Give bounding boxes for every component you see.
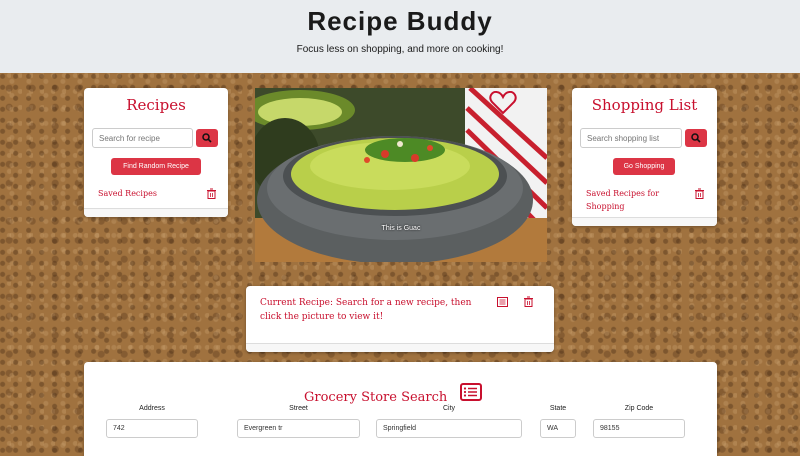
grocery-search-card: Grocery Store Search Address 742 Street … [84,362,717,456]
trash-icon[interactable] [523,296,534,307]
street-input[interactable]: Evergreen tr [237,419,360,438]
list-icon[interactable] [460,383,482,401]
trash-icon[interactable] [694,188,705,199]
shopping-search-input[interactable] [580,128,682,148]
recipe-image-caption: This is Guac [381,225,421,232]
app-tagline: Focus less on shopping, and more on cook… [296,44,504,55]
city-input[interactable]: Springfield [376,419,522,438]
random-recipe-button[interactable]: Find Random Recipe [111,158,201,175]
saved-shopping-link[interactable]: Saved Recipes for Shopping [586,187,666,213]
recipes-card-footer [84,208,228,217]
zip-code-label: Zip Code [624,405,654,412]
state-label: State [549,405,567,412]
address-input[interactable]: 742 [106,419,198,438]
shopping-search-button[interactable] [685,129,707,147]
grocery-search-title: Grocery Store Search [304,390,448,405]
shopping-list-card: Shopping List Go Shopping Saved Recipes … [572,88,717,226]
shopping-card-footer [572,217,717,226]
trash-icon[interactable] [206,188,217,199]
search-icon [691,133,701,143]
shopping-card-title: Shopping List [591,96,698,114]
current-recipe-footer [246,343,554,352]
city-label: City [442,405,456,412]
street-label: Street [289,405,308,412]
list-icon[interactable] [497,297,508,307]
app-title: Recipe Buddy [307,6,493,36]
state-input[interactable]: WA [540,419,576,438]
favorite-heart-icon[interactable] [489,91,517,115]
zip-code-input[interactable]: 98155 [593,419,685,438]
recipe-image[interactable]: This is Guac [255,88,547,262]
recipes-card-title: Recipes [126,96,186,114]
current-recipe-card: Current Recipe: Search for a new recipe,… [246,286,554,352]
address-label: Address [139,405,165,412]
recipes-card: Recipes Find Random Recipe Saved Recipes [84,88,228,217]
recipe-search-button[interactable] [196,129,218,147]
go-shopping-button[interactable]: Go Shopping [613,158,675,175]
page-header: Recipe Buddy Focus less on shopping, and… [0,0,800,73]
recipe-search-input[interactable] [92,128,193,148]
search-icon [202,133,212,143]
current-recipe-text: Current Recipe: Search for a new recipe,… [260,298,472,322]
saved-recipes-link[interactable]: Saved Recipes [98,187,157,200]
